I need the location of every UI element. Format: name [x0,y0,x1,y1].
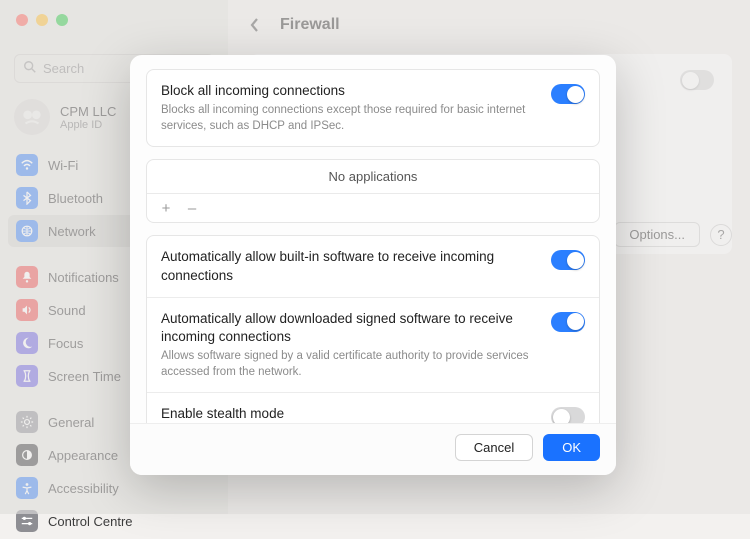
row-desc: Allows software signed by a valid certif… [161,348,535,380]
remove-app-button[interactable]: – [181,198,203,218]
block-all-toggle[interactable] [551,84,585,104]
auto-builtin-toggle[interactable] [551,250,585,270]
auto-signed-toggle[interactable] [551,312,585,332]
applications-empty-label: No applications [147,160,599,194]
row-title: Enable stealth mode [161,405,535,423]
ok-button[interactable]: OK [543,434,600,461]
row-title: Automatically allow downloaded signed so… [161,310,535,346]
stealth-row: Enable stealth mode Don't respond to or … [147,392,599,423]
add-app-button[interactable]: + [155,198,177,218]
row-desc: Blocks all incoming connections except t… [161,102,535,134]
sidebar-item-label: Control Centre [48,514,133,529]
row-title: Block all incoming connections [161,82,535,100]
stealth-toggle[interactable] [551,407,585,423]
row-title: Automatically allow built-in software to… [161,248,535,284]
cancel-button[interactable]: Cancel [455,434,533,461]
applications-list: No applications + – [146,159,600,223]
block-all-row: Block all incoming connections Blocks al… [147,70,599,146]
auto-builtin-row: Automatically allow built-in software to… [147,236,599,296]
firewall-options-modal: Block all incoming connections Blocks al… [130,55,616,475]
auto-signed-row: Automatically allow downloaded signed so… [147,297,599,393]
